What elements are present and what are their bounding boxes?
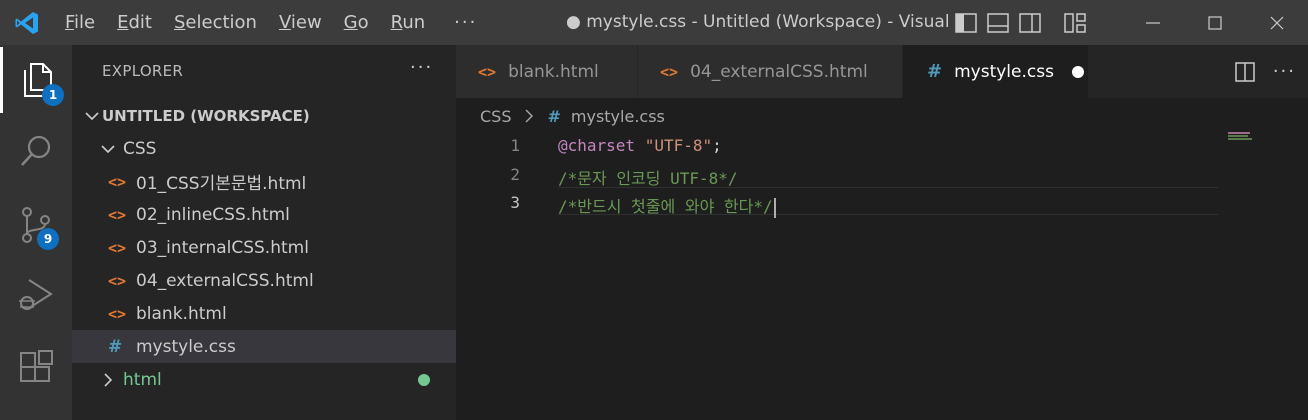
- toggle-panel-icon[interactable]: [987, 12, 1009, 33]
- file-item-selected[interactable]: # mystyle.css: [72, 330, 456, 363]
- file-label: mystyle.css: [136, 336, 236, 357]
- activity-explorer[interactable]: 1: [0, 47, 72, 113]
- activity-search[interactable]: [0, 118, 72, 184]
- file-item[interactable]: <> 02_inlineCSS.html: [72, 198, 456, 231]
- css-file-icon: #: [547, 106, 561, 126]
- folder-label: CSS: [123, 138, 157, 159]
- line-number: 1: [510, 136, 520, 155]
- text-cursor: [773, 197, 776, 218]
- tab-label: mystyle.css: [954, 61, 1054, 82]
- tab-04-externalcss-html[interactable]: <> 04_externalCSS.html: [638, 45, 903, 98]
- toggle-primary-sidebar-icon[interactable]: [955, 12, 977, 33]
- breadcrumb: CSS # mystyle.css: [480, 104, 665, 128]
- git-modified-dot-icon: [418, 374, 430, 386]
- close-icon: [1270, 16, 1284, 29]
- menu-edit[interactable]: Edit: [106, 0, 163, 45]
- explorer-sidebar: EXPLORER ··· UNTITLED (WORKSPACE) CSS <>…: [72, 45, 456, 420]
- activity-bar: 1 9: [0, 45, 72, 420]
- workspace-label: UNTITLED (WORKSPACE): [102, 106, 310, 125]
- chevron-right-icon: [525, 109, 534, 123]
- menu-view[interactable]: View: [268, 0, 333, 45]
- html-file-icon: <>: [108, 271, 127, 290]
- css-file-icon: #: [927, 61, 943, 82]
- tab-mystyle-css[interactable]: # mystyle.css: [903, 45, 1089, 98]
- search-icon: [21, 135, 51, 166]
- minimap-line: [1228, 132, 1250, 134]
- chevron-right-icon: [104, 372, 113, 387]
- activity-extensions[interactable]: [0, 335, 72, 401]
- close-window-button[interactable]: [1246, 0, 1308, 45]
- html-file-icon: <>: [108, 304, 127, 323]
- html-file-icon: <>: [478, 62, 497, 81]
- editor-more-button[interactable]: ···: [1273, 61, 1296, 82]
- explorer-badge: 1: [42, 84, 64, 106]
- line-number: 3: [510, 193, 520, 212]
- code-editor[interactable]: 1 @charset "UTF-8"; 2 /*문자 인코딩 UTF-8*/ 3…: [456, 130, 1308, 420]
- menu-file[interactable]: File: [54, 0, 106, 45]
- extensions-icon: [20, 350, 53, 382]
- editor-tabs: <> blank.html <> 04_externalCSS.html # m…: [456, 45, 1308, 98]
- file-label: 03_internalCSS.html: [136, 237, 309, 258]
- menu-selection[interactable]: Selection: [163, 0, 268, 45]
- tab-blank-html[interactable]: <> blank.html: [456, 45, 638, 98]
- explorer-title: EXPLORER: [102, 62, 184, 80]
- breadcrumb-folder[interactable]: CSS: [480, 107, 511, 126]
- customize-layout-icon[interactable]: [1063, 12, 1087, 33]
- code-line[interactable]: @charset "UTF-8";: [558, 136, 722, 155]
- minimize-icon: [1146, 21, 1160, 24]
- breadcrumb-file[interactable]: mystyle.css: [571, 107, 665, 126]
- menu-run[interactable]: Run: [380, 0, 437, 45]
- html-file-icon: <>: [660, 62, 679, 81]
- maximize-icon: [1208, 15, 1222, 30]
- window-title: ● mystyle.css - Untitled (Workspace) - V…: [566, 12, 952, 32]
- file-item[interactable]: <> 04_externalCSS.html: [72, 264, 456, 297]
- menu-more-button[interactable]: ···: [436, 12, 491, 33]
- folder-html[interactable]: html: [72, 363, 456, 396]
- file-label: blank.html: [136, 303, 227, 324]
- menu-go[interactable]: Go: [333, 0, 380, 45]
- folder-label: html: [123, 369, 162, 390]
- chevron-down-icon: [85, 111, 99, 120]
- unsaved-dot-icon[interactable]: [1071, 65, 1084, 78]
- workspace-header[interactable]: UNTITLED (WORKSPACE): [72, 99, 456, 132]
- chevron-down-icon: [101, 144, 115, 153]
- line-number: 2: [510, 165, 520, 184]
- minimize-button[interactable]: [1122, 0, 1184, 45]
- folder-css[interactable]: CSS: [72, 132, 456, 165]
- html-file-icon: <>: [108, 238, 127, 257]
- file-item[interactable]: <> 01_CSS기본문법.html: [72, 165, 456, 198]
- title-bar: File Edit Selection View Go Run ··· ● my…: [0, 0, 1308, 45]
- maximize-button[interactable]: [1184, 0, 1246, 45]
- file-item[interactable]: <> 03_internalCSS.html: [72, 231, 456, 264]
- activity-run-debug[interactable]: [0, 262, 72, 328]
- minimap-line: [1228, 138, 1252, 140]
- file-item[interactable]: <> blank.html: [72, 297, 456, 330]
- tab-label: 04_externalCSS.html: [690, 61, 868, 82]
- activity-source-control[interactable]: 9: [0, 192, 72, 258]
- toggle-secondary-sidebar-icon[interactable]: [1019, 12, 1041, 33]
- css-file-icon: #: [108, 336, 123, 357]
- minimap-line: [1228, 135, 1248, 137]
- split-editor-icon[interactable]: [1235, 61, 1255, 82]
- file-label: 01_CSS기본문법.html: [136, 174, 307, 194]
- run-debug-icon: [19, 279, 53, 310]
- source-control-badge: 9: [37, 228, 59, 250]
- file-label: 04_externalCSS.html: [136, 270, 314, 291]
- vscode-logo-icon: [0, 0, 54, 45]
- code-line[interactable]: /*반드시 첫줄에 와야 한다*/: [558, 193, 776, 218]
- minimap[interactable]: [1226, 130, 1308, 420]
- tab-label: blank.html: [508, 61, 599, 82]
- html-file-icon: <>: [108, 205, 127, 224]
- code-line[interactable]: /*문자 인코딩 UTF-8*/: [558, 165, 738, 189]
- file-label: 02_inlineCSS.html: [136, 204, 290, 225]
- html-file-icon: <>: [108, 172, 127, 191]
- explorer-more-button[interactable]: ···: [410, 57, 433, 78]
